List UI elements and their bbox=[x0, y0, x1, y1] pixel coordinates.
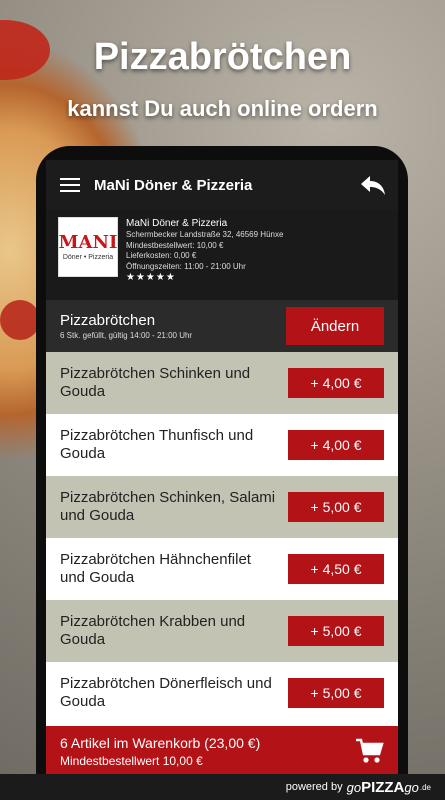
list-item[interactable]: Pizzabrötchen Hähnchenfilet und Gouda + … bbox=[46, 538, 398, 600]
item-name: Pizzabrötchen Thunfisch und Gouda bbox=[60, 427, 254, 462]
restaurant-delivery-cost: Lieferkosten: 0,00 € bbox=[126, 251, 197, 260]
logo-text: MANI bbox=[58, 231, 118, 253]
cart-min-order: Mindestbestellwert 10,00 € bbox=[60, 753, 203, 768]
item-name: Pizzabrötchen Dönerfleisch und Gouda bbox=[60, 675, 272, 710]
domain-suffix: .de bbox=[419, 782, 431, 792]
item-list: Pizzabrötchen Schinken und Gouda + 4,00 … bbox=[46, 352, 398, 724]
promo-headline: Pizzabrötchen bbox=[93, 36, 352, 78]
back-arrow-icon[interactable] bbox=[360, 174, 386, 196]
add-item-button[interactable]: + 5,00 € bbox=[288, 678, 384, 708]
list-item[interactable]: Pizzabrötchen Dönerfleisch und Gouda + 5… bbox=[46, 662, 398, 724]
item-name: Pizzabrötchen Krabben und Gouda bbox=[60, 613, 246, 648]
add-item-button[interactable]: + 4,00 € bbox=[288, 368, 384, 398]
cart-bar[interactable]: 6 Artikel im Warenkorb (23,00 €) Mindest… bbox=[46, 726, 398, 776]
app-bar: MaNi Döner & Pizzeria bbox=[46, 160, 398, 210]
list-item[interactable]: Pizzabrötchen Schinken, Salami und Gouda… bbox=[46, 476, 398, 538]
menu-icon[interactable] bbox=[60, 178, 80, 192]
add-item-button[interactable]: + 5,00 € bbox=[288, 616, 384, 646]
rating-stars: ★★★★★ bbox=[126, 272, 176, 283]
add-item-button[interactable]: + 4,00 € bbox=[288, 430, 384, 460]
shopping-cart-icon[interactable] bbox=[354, 736, 384, 766]
list-item[interactable]: Pizzabrötchen Thunfisch und Gouda + 4,00… bbox=[46, 414, 398, 476]
category-subtitle: 6 Stk. gefüllt, gültig 14:00 - 21:00 Uhr bbox=[60, 331, 193, 340]
category-bar: Pizzabrötchen 6 Stk. gefüllt, gültig 14:… bbox=[46, 300, 398, 352]
powered-by-text: powered by bbox=[285, 781, 343, 793]
restaurant-hours: Öffnungszeiten: 11:00 - 21:00 Uhr bbox=[126, 261, 246, 271]
gopizzago-logo[interactable]: goPIZZAgo bbox=[347, 779, 419, 796]
promo-subline: kannst Du auch online ordern bbox=[67, 96, 378, 121]
restaurant-address: Schermbecker Landstraße 32, 46569 Hünxe bbox=[126, 230, 284, 239]
category-title: Pizzabrötchen bbox=[60, 312, 156, 329]
restaurant-name: MaNi Döner & Pizzeria bbox=[126, 218, 228, 229]
item-name: Pizzabrötchen Schinken und Gouda bbox=[60, 365, 251, 400]
app-title: MaNi Döner & Pizzeria bbox=[94, 176, 253, 194]
item-name: Pizzabrötchen Schinken, Salami und Gouda bbox=[60, 489, 276, 524]
footer-bar: powered by goPIZZAgo .de bbox=[0, 774, 445, 800]
item-name: Pizzabrötchen Hähnchenfilet und Gouda bbox=[60, 551, 251, 586]
restaurant-header: MANI Döner • Pizzeria MaNi Döner & Pizze… bbox=[46, 210, 398, 300]
restaurant-info: MaNi Döner & Pizzeria Schermbecker Lands… bbox=[126, 217, 283, 293]
logo-subtext: Döner • Pizzeria bbox=[62, 253, 114, 261]
app-screen: MaNi Döner & Pizzeria MANI Döner • Pizze… bbox=[46, 160, 398, 800]
list-item[interactable]: Pizzabrötchen Krabben und Gouda + 5,00 € bbox=[46, 600, 398, 662]
add-item-button[interactable]: + 5,00 € bbox=[288, 492, 384, 522]
add-item-button[interactable]: + 4,50 € bbox=[288, 554, 384, 584]
change-button[interactable]: Ändern bbox=[286, 307, 384, 345]
restaurant-logo: MANI Döner • Pizzeria bbox=[58, 217, 118, 277]
list-item[interactable]: Pizzabrötchen Schinken und Gouda + 4,00 … bbox=[46, 352, 398, 414]
restaurant-min-order: Mindestbestellwert: 10,00 € bbox=[126, 240, 224, 250]
cart-summary: 6 Artikel im Warenkorb (23,00 €) bbox=[60, 734, 261, 751]
